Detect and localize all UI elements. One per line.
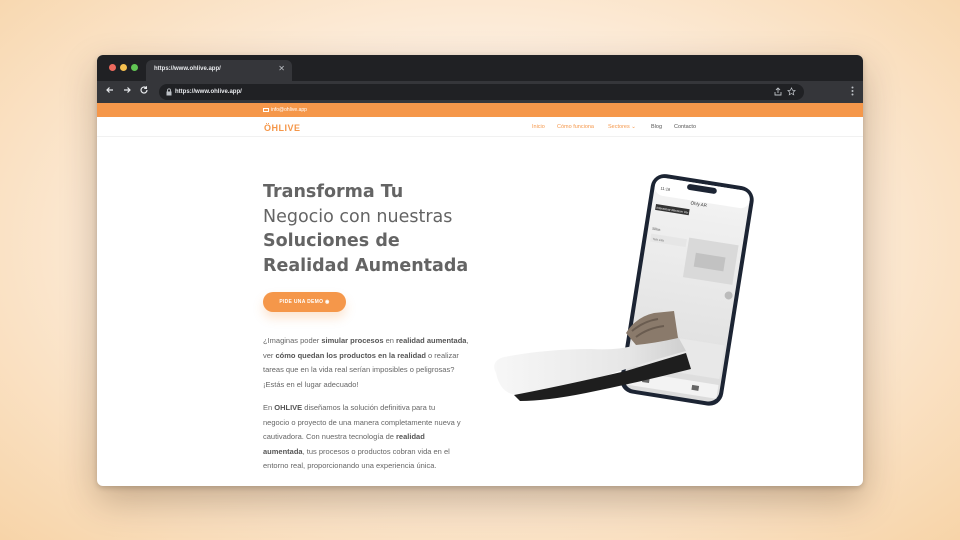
nav-blog[interactable]: Blog: [651, 124, 662, 130]
lock-icon: [166, 88, 172, 96]
star-icon[interactable]: [787, 87, 796, 98]
browser-toolbar: https://www.ohlive.app/: [97, 81, 863, 103]
envelope-icon: [263, 107, 269, 112]
text-strong: realidad: [396, 432, 425, 441]
menu-icon[interactable]: [851, 86, 854, 98]
hero-title-line-4: Realidad Aumentada: [263, 255, 469, 276]
text: entorno real, proporcionando una experie…: [263, 461, 437, 470]
browser-window: https://www.ohlive.app/ ✕ https://www.oh…: [97, 55, 863, 486]
nav-contacto[interactable]: Contacto: [674, 124, 696, 130]
tab-title: https://www.ohlive.app/: [154, 66, 221, 72]
text: ¡Estás en el lugar adecuado!: [263, 379, 359, 389]
text: , tus procesos o productos cobran vida e…: [302, 446, 450, 456]
request-demo-button[interactable]: PIDE UNA DEMO ◉: [263, 292, 346, 312]
text-strong: OHLIVE: [274, 403, 303, 412]
text-strong: cómo quedan los productos en la realidad: [275, 350, 426, 360]
text: cautivadora. Con nuestra tecnología de: [263, 432, 397, 441]
email-text: info@ohlive.app: [271, 107, 307, 113]
text: ver: [263, 350, 276, 360]
site-navbar: ÖHLIVE Inicio Cómo funciona Sectores ⌄ B…: [97, 117, 863, 137]
text: ¿Imaginas poder: [263, 336, 322, 345]
title-bar: https://www.ohlive.app/ ✕: [97, 55, 863, 81]
text-strong: realidad aumentada: [396, 336, 467, 345]
back-icon[interactable]: [105, 85, 115, 99]
hero-title-line-3: Soluciones de: [263, 231, 400, 251]
nav-inicio[interactable]: Inicio: [532, 124, 545, 130]
share-icon[interactable]: [774, 87, 782, 98]
nav-como-funciona[interactable]: Cómo funciona: [557, 124, 594, 130]
minimize-window-button[interactable]: [120, 64, 127, 71]
contact-top-bar: info@ohlive.app: [97, 103, 863, 117]
text: ,: [466, 336, 469, 345]
forward-icon[interactable]: [122, 85, 132, 99]
close-window-button[interactable]: [109, 64, 116, 71]
browser-tab[interactable]: https://www.ohlive.app/ ✕: [146, 60, 292, 81]
text: tareas que en la vida real serían imposi…: [263, 365, 455, 374]
intro-paragraph: ¿Imaginas poder simular procesos en real…: [263, 334, 478, 392]
tab-close-icon[interactable]: ✕: [278, 64, 285, 73]
text: en: [383, 336, 396, 345]
url-text: https://www.ohlive.app/: [175, 89, 242, 95]
hero-title: Transforma Tu Negocio con nuestras Soluc…: [263, 180, 513, 278]
text: En: [263, 403, 275, 412]
address-bar[interactable]: https://www.ohlive.app/: [159, 84, 804, 100]
nav-sectores[interactable]: Sectores ⌄: [608, 124, 636, 130]
reload-icon[interactable]: [139, 85, 149, 99]
ar-phone-illustration: 11:16 Öhly AR Interactuar Recorrer Ver S…: [494, 174, 754, 406]
hero-title-line-2: Negocio con nuestras: [263, 206, 453, 227]
hero-title-line-1: Transforma Tu: [263, 182, 404, 202]
maximize-window-button[interactable]: [131, 64, 138, 71]
text-strong: aumentada: [263, 446, 303, 456]
text-strong: simular procesos: [321, 336, 384, 345]
text: diseñamos la solución definitiva para tu: [302, 403, 436, 412]
text: negocio o proyecto de una manera complet…: [263, 417, 461, 427]
email-link[interactable]: info@ohlive.app: [263, 107, 307, 113]
about-paragraph: En OHLIVE diseñamos la solución definiti…: [263, 401, 478, 474]
logo[interactable]: ÖHLIVE: [264, 123, 301, 133]
text: o realizar: [425, 350, 459, 360]
